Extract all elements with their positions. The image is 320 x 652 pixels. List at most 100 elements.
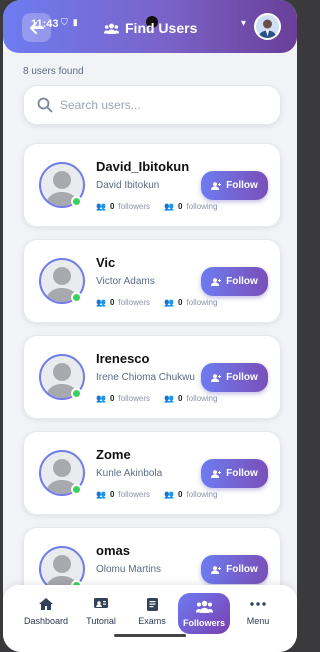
follow-button[interactable]: Follow (201, 459, 268, 488)
following-icon: 👥 (164, 490, 174, 499)
follow-button[interactable]: Follow (201, 363, 268, 392)
followers-label: followers (118, 298, 150, 307)
profile-avatar[interactable] (254, 13, 281, 40)
shield-icon: ⛉ (61, 17, 68, 27)
following-count: 0 (177, 490, 183, 499)
user-plus-icon (211, 373, 222, 382)
follow-label: Follow (226, 180, 258, 191)
following-label: following (186, 298, 218, 307)
following-count: 0 (177, 394, 183, 403)
user-stats: 👥 0 followers 👥 0 following (96, 202, 218, 211)
online-indicator (71, 484, 82, 495)
online-indicator (71, 196, 82, 207)
full-name: Victor Adams (96, 276, 155, 287)
follow-button[interactable]: Follow (201, 555, 268, 584)
following-icon: 👥 (164, 394, 174, 403)
full-name: Olomu Martins (96, 564, 162, 575)
book-icon (126, 595, 178, 613)
online-indicator (71, 292, 82, 303)
users-icon (178, 597, 230, 615)
followers-count: 0 (109, 298, 115, 307)
profile-avatar-icon (256, 15, 279, 38)
follow-button[interactable]: Follow (201, 267, 268, 296)
user-stats: 👥 0 followers 👥 0 following (96, 298, 218, 307)
username[interactable]: Vic (96, 255, 115, 270)
follow-label: Follow (226, 468, 258, 479)
tutorial-icon (75, 595, 127, 613)
followers-icon: 👥 (96, 394, 106, 403)
followers-stat: 👥 0 followers (96, 490, 150, 499)
follow-button[interactable]: Follow (201, 171, 268, 200)
following-label: following (186, 202, 218, 211)
follow-label: Follow (226, 372, 258, 383)
nav-item-tutorial[interactable]: Tutorial (75, 595, 127, 626)
status-icons: ⛉ ▮ (61, 17, 78, 28)
online-indicator (71, 388, 82, 399)
followers-stat: 👥 0 followers (96, 202, 150, 211)
username[interactable]: Irenesco (96, 351, 149, 366)
followers-stat: 👥 0 followers (96, 298, 150, 307)
dots-icon (232, 595, 284, 613)
users-icon (104, 23, 119, 34)
user-plus-icon (211, 565, 222, 574)
user-card[interactable]: Vic Victor Adams 👥 0 followers 👥 0 follo… (23, 239, 281, 323)
followers-count: 0 (109, 202, 115, 211)
nav-label: Followers (182, 618, 225, 628)
followers-label: followers (118, 490, 150, 499)
followers-icon: 👥 (96, 490, 106, 499)
nav-item-exams[interactable]: Exams (126, 595, 178, 626)
following-count: 0 (177, 202, 183, 211)
full-name: Irene Chioma Chukwu (96, 372, 195, 383)
bottom-nav: Dashboard Tutorial Exams Followers Menu (3, 585, 297, 652)
wifi-icon: ▾ (241, 18, 247, 29)
following-count: 0 (177, 298, 183, 307)
home-indicator (114, 634, 186, 637)
header-bar: 11:43 ⛉ ▮ Find Users ▾ (3, 0, 297, 53)
full-name: David Ibitokun (96, 180, 160, 191)
user-plus-icon (211, 469, 222, 478)
follow-label: Follow (226, 276, 258, 287)
full-name: Kunle Akinbola (96, 468, 163, 479)
nav-item-menu[interactable]: Menu (232, 595, 284, 626)
page-title-text: Find Users (125, 20, 198, 36)
search-icon (37, 97, 53, 113)
home-icon (20, 595, 72, 613)
following-icon: 👥 (164, 298, 174, 307)
username[interactable]: omas (96, 543, 130, 558)
status-right: ▾ (241, 18, 246, 29)
results-count: 8 users found (23, 66, 84, 77)
followers-count: 0 (109, 394, 115, 403)
user-card[interactable]: David_Ibitokun David Ibitokun 👥 0 follow… (23, 143, 281, 227)
following-stat: 👥 0 following (164, 202, 218, 211)
following-label: following (186, 394, 218, 403)
user-card[interactable]: Zome Kunle Akinbola 👥 0 followers 👥 0 fo… (23, 431, 281, 515)
search-bar[interactable] (23, 85, 281, 125)
user-plus-icon (211, 277, 222, 286)
nav-label: Menu (246, 616, 270, 626)
user-stats: 👥 0 followers 👥 0 following (96, 490, 218, 499)
followers-label: followers (118, 394, 150, 403)
nav-label: Exams (138, 616, 166, 626)
followers-label: followers (118, 202, 150, 211)
username[interactable]: David_Ibitokun (96, 159, 189, 174)
follow-label: Follow (226, 564, 258, 575)
following-stat: 👥 0 following (164, 394, 218, 403)
following-stat: 👥 0 following (164, 298, 218, 307)
search-input[interactable] (60, 86, 270, 124)
followers-icon: 👥 (96, 298, 106, 307)
followers-count: 0 (109, 490, 115, 499)
user-stats: 👥 0 followers 👥 0 following (96, 394, 218, 403)
nav-item-followers[interactable]: Followers (178, 593, 230, 634)
following-label: following (186, 490, 218, 499)
username[interactable]: Zome (96, 447, 131, 462)
followers-stat: 👥 0 followers (96, 394, 150, 403)
status-time: 11:43 (31, 18, 59, 30)
page-title: Find Users (104, 20, 197, 36)
nav-item-dashboard[interactable]: Dashboard (20, 595, 72, 626)
sim-icon: ▮ (72, 17, 78, 27)
following-icon: 👥 (164, 202, 174, 211)
user-plus-icon (211, 181, 222, 190)
following-stat: 👥 0 following (164, 490, 218, 499)
nav-label: Tutorial (86, 616, 116, 626)
user-card[interactable]: Irenesco Irene Chioma Chukwu 👥 0 followe… (23, 335, 281, 419)
